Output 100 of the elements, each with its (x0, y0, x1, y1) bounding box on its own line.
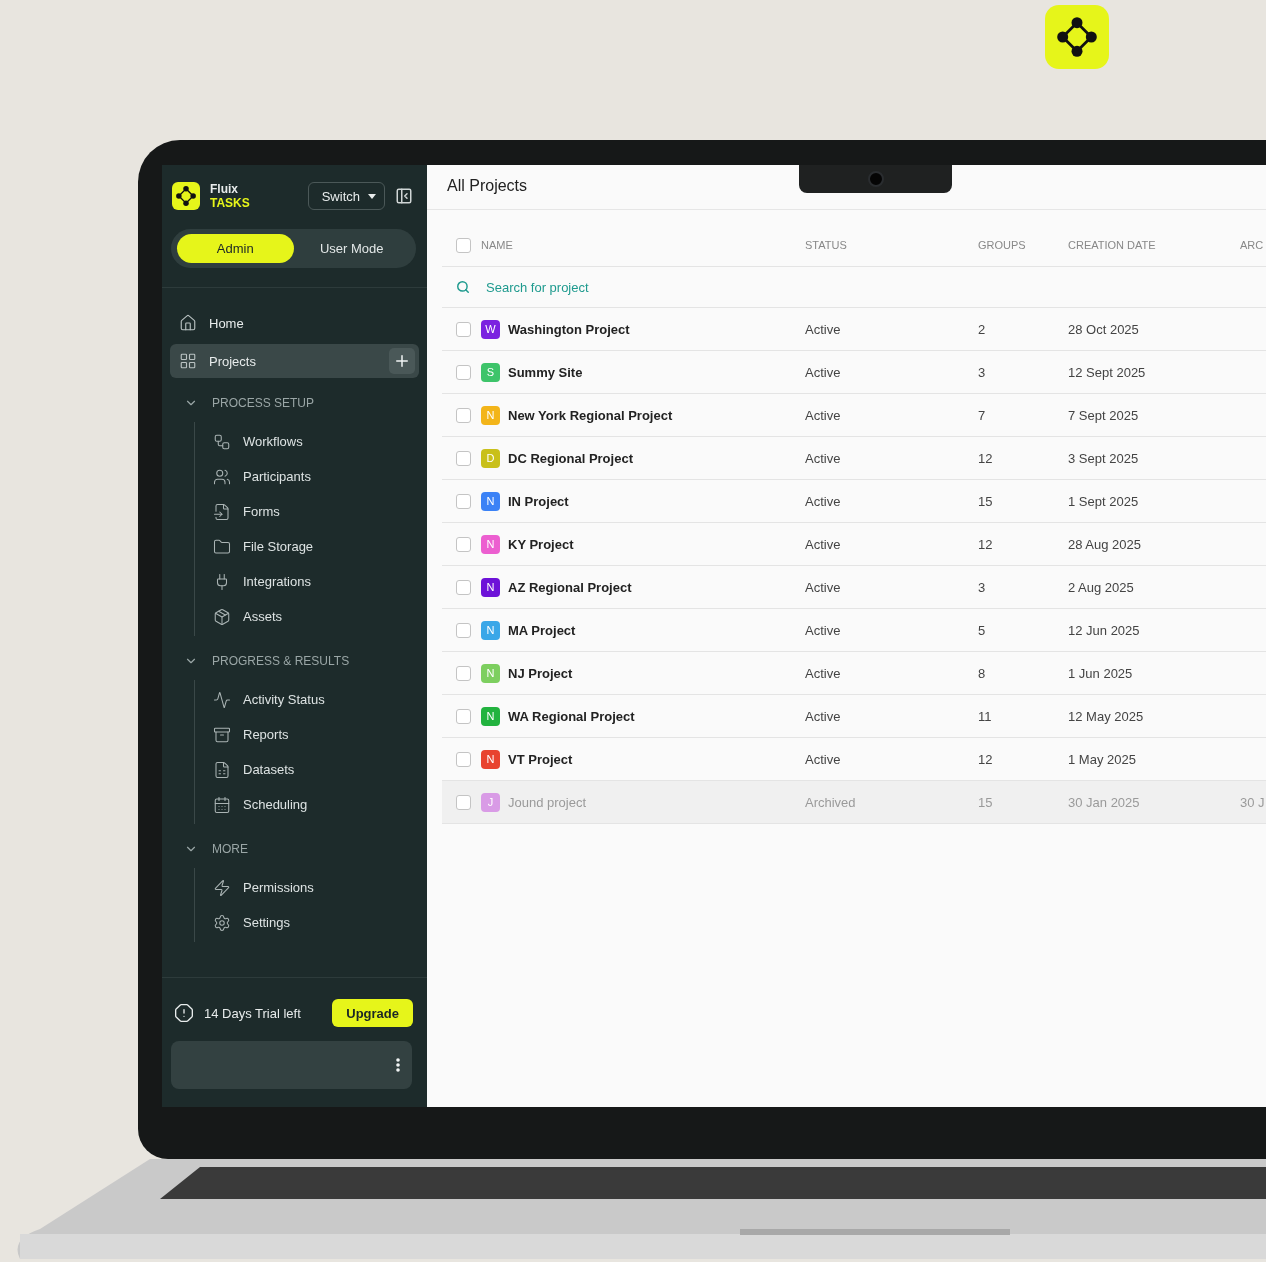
groups-count: 11 (978, 708, 993, 724)
caret-icon (368, 193, 376, 199)
nav-item[interactable]: Home (170, 306, 419, 340)
groups-count: 15 (978, 794, 994, 810)
nav-item[interactable]: Permissions (213, 870, 419, 905)
upgrade-button[interactable]: Upgrade (332, 999, 413, 1027)
document-icon (213, 760, 231, 779)
project-name: KY Project (508, 536, 574, 552)
checkbox[interactable] (456, 364, 471, 380)
section-header[interactable]: PROCESS SETUP (170, 388, 419, 418)
project-name: Washington Project (508, 321, 630, 337)
project-avatar: S (481, 362, 500, 382)
creation-date: 1 May 2025 (1068, 751, 1137, 767)
groups-count: 3 (978, 579, 987, 595)
checkbox[interactable] (456, 493, 471, 509)
nav-item[interactable]: File Storage (213, 529, 419, 564)
checkbox[interactable] (456, 708, 471, 724)
table-row[interactable]: N NJ Project Active 8 1 Jun 2025 (442, 652, 1266, 695)
nav-item[interactable]: Settings (213, 905, 419, 940)
creation-date: 2 Aug 2025 (1068, 579, 1135, 595)
nav-item[interactable]: Participants (213, 459, 419, 494)
nav-item[interactable]: Assets (213, 599, 419, 634)
alert-icon (174, 1003, 194, 1023)
table-row[interactable]: N KY Project Active 12 28 Aug 2025 (442, 523, 1266, 566)
groups-count: 3 (978, 364, 987, 380)
project-name: VT Project (508, 751, 573, 767)
project-avatar: N (481, 706, 500, 726)
camera-icon (867, 171, 884, 187)
nav-item[interactable]: Integrations (213, 564, 419, 599)
table-row[interactable]: W Washington Project Active 2 28 Oct 2025 (442, 308, 1266, 351)
section-header[interactable]: MORE (170, 834, 419, 864)
table-row[interactable]: N New York Regional Project Active 7 7 Sept 2025 (442, 394, 1266, 437)
creation-date: 7 Sept 2025 (1068, 407, 1140, 423)
project-name: NJ Project (508, 665, 573, 681)
more-button[interactable] (396, 1058, 400, 1072)
table-row[interactable]: D DC Regional Project Active 12 3 Sept 2025 (442, 437, 1266, 480)
nav-item[interactable]: Datasets (213, 752, 419, 787)
creation-date: 28 Aug 2025 (1068, 536, 1143, 552)
checkbox[interactable] (456, 579, 471, 595)
folder-icon (213, 537, 231, 556)
switch-button[interactable]: Switch (307, 182, 385, 210)
checkbox[interactable] (456, 622, 471, 638)
nav-item[interactable]: Projects (170, 344, 419, 378)
creation-date: 12 Jun 2025 (1068, 622, 1141, 638)
creation-date: 1 Sept 2025 (1068, 493, 1140, 509)
checkbox[interactable] (456, 665, 471, 681)
project-name: AZ Regional Project (508, 579, 632, 595)
checkbox[interactable] (456, 237, 471, 253)
groups-count: 12 (978, 450, 994, 466)
groups-count: 12 (978, 751, 994, 767)
add-button[interactable] (389, 348, 415, 374)
nav-item[interactable]: Workflows (213, 424, 419, 459)
project-name: WA Regional Project (508, 708, 635, 724)
creation-date: 28 Oct 2025 (1068, 321, 1140, 337)
checkbox[interactable] (456, 450, 471, 466)
status-text: Archived (805, 794, 857, 810)
creation-date: 3 Sept 2025 (1068, 450, 1140, 466)
section-header[interactable]: PROGRESS & RESULTS (170, 646, 419, 676)
checkbox[interactable] (456, 536, 471, 552)
status-text: Active (805, 536, 842, 552)
nav-item[interactable]: Scheduling (213, 787, 419, 822)
mode-option[interactable]: Admin (177, 234, 294, 263)
trial-notice: 14 Days Trial left (204, 1005, 302, 1021)
lightning-icon (213, 878, 231, 897)
status-text: Active (805, 321, 842, 337)
table-cell: 30 J (1240, 794, 1266, 810)
collapse-sidebar-button[interactable] (395, 187, 413, 205)
brand-product: TASKS (210, 196, 251, 210)
checkbox[interactable] (456, 321, 471, 337)
table-row[interactable]: N AZ Regional Project Active 3 2 Aug 2025 (442, 566, 1266, 609)
mode-option[interactable]: User Mode (293, 234, 410, 263)
groups-count: 5 (978, 622, 987, 638)
status-text: Active (805, 364, 842, 380)
status-text: Active (805, 708, 842, 724)
checkbox[interactable] (456, 751, 471, 767)
project-name: DC Regional Project (508, 450, 633, 466)
checkbox[interactable] (456, 794, 471, 810)
status-text: Active (805, 665, 842, 681)
project-avatar: N (481, 405, 500, 425)
pulse-icon (213, 690, 231, 709)
nav-item[interactable]: Reports (213, 717, 419, 752)
search-field[interactable]: Search for project (484, 278, 788, 296)
column-header: CREATION DATE (1068, 239, 1157, 251)
table-row[interactable]: N MA Project Active 5 12 Jun 2025 (442, 609, 1266, 652)
table-row[interactable]: N WA Regional Project Active 11 12 May 2025 (442, 695, 1266, 738)
nav-item[interactable]: Forms (213, 494, 419, 529)
nav-item[interactable]: Activity Status (213, 682, 419, 717)
table-row[interactable]: S Summy Site Active 3 12 Sept 2025 (442, 351, 1266, 394)
collapse-icon (395, 187, 413, 205)
groups-count: 7 (978, 407, 987, 423)
groups-count: 15 (978, 493, 994, 509)
groups-count: 8 (978, 665, 987, 681)
calendar-icon (213, 795, 231, 814)
table-row[interactable]: N IN Project Active 15 1 Sept 2025 (442, 480, 1266, 523)
project-avatar: N (481, 577, 500, 597)
checkbox[interactable] (456, 407, 471, 423)
status-text: Active (805, 450, 842, 466)
project-name: Summy Site (508, 364, 583, 380)
creation-date: 12 May 2025 (1068, 708, 1145, 724)
project-name: Jound project (508, 794, 587, 810)
